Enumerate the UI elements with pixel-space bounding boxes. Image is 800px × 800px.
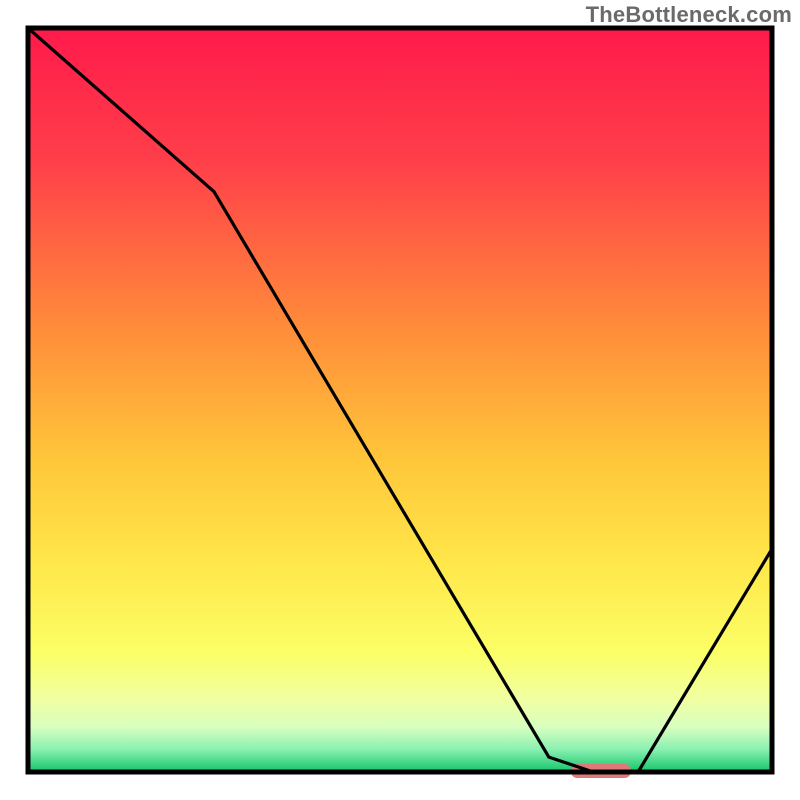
watermark-text: TheBottleneck.com <box>586 2 792 28</box>
plot-background <box>28 28 772 772</box>
bottleneck-chart <box>0 0 800 800</box>
chart-container: TheBottleneck.com <box>0 0 800 800</box>
